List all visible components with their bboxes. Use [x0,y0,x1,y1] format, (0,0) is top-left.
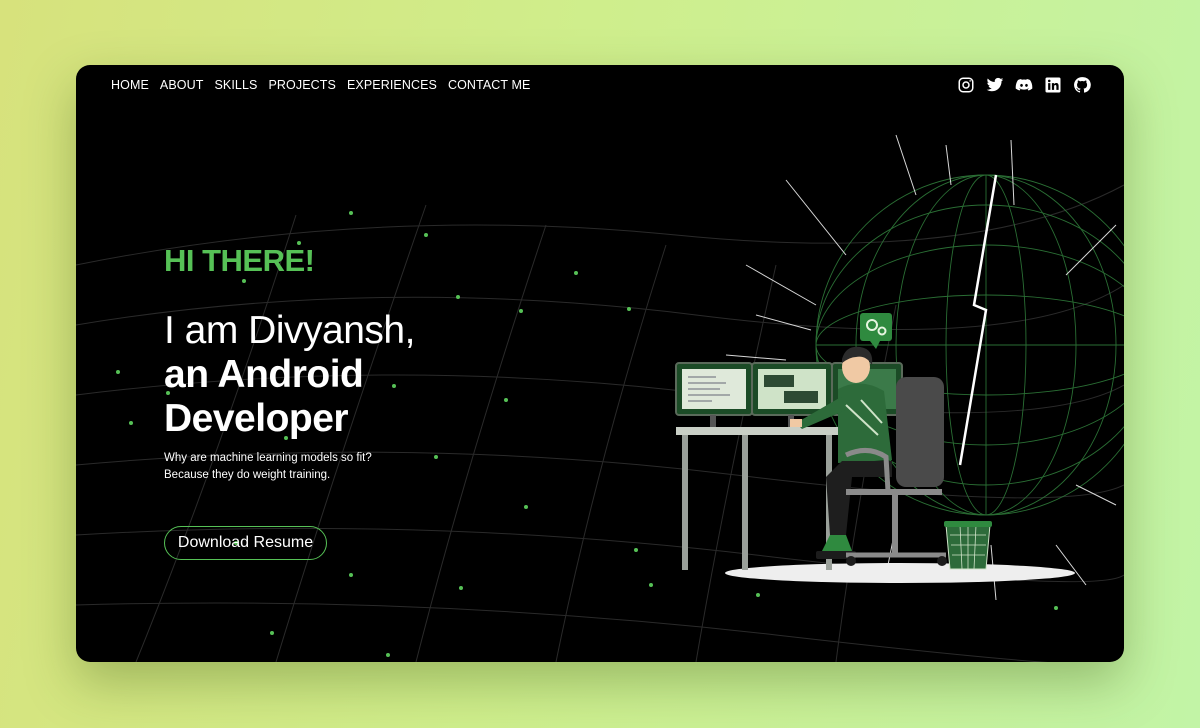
portfolio-window: HOME ABOUT SKILLS PROJECTS EXPERIENCES C… [76,65,1124,662]
monitor-left [675,362,753,427]
lightning-bolt [958,174,998,466]
social-links [957,76,1091,94]
floor-shadow [725,563,1075,583]
developer-illustration [675,134,1124,601]
hero-intro: I am Divyansh, an Android Developer [164,309,584,441]
hero-tagline: Why are machine learning models so fit? … [164,450,584,484]
hero-intro-line3: Developer [164,397,349,440]
hero-tagline-line1: Why are machine learning models so fit? [164,452,372,464]
nav-item-about[interactable]: ABOUT [160,78,204,92]
hero-greeting: HI THERE! [164,243,315,278]
hero-tagline-line2: Because they do weight training. [164,469,331,481]
instagram-icon[interactable] [957,76,975,94]
nav-item-contact[interactable]: CONTACT ME [448,78,530,92]
hero-intro-line1: I am Divyansh, [164,309,415,352]
discord-icon[interactable] [1015,76,1033,94]
download-resume-button[interactable]: Download Resume [164,526,327,560]
nav-item-skills[interactable]: SKILLS [214,78,257,92]
linkedin-icon[interactable] [1044,76,1062,94]
nav-item-experiences[interactable]: EXPERIENCES [347,78,437,92]
hero-section: HI THERE! I am Divyansh, an Android Deve… [164,243,584,484]
nav-item-home[interactable]: HOME [111,78,149,92]
waste-basket-icon [944,521,992,570]
github-icon[interactable] [1073,76,1091,94]
hero-intro-line2: an Android [164,353,364,396]
nav-item-projects[interactable]: PROJECTS [268,78,335,92]
twitter-icon[interactable] [986,76,1004,94]
gear-bubble-icon [860,313,892,349]
top-nav: HOME ABOUT SKILLS PROJECTS EXPERIENCES C… [111,78,530,92]
